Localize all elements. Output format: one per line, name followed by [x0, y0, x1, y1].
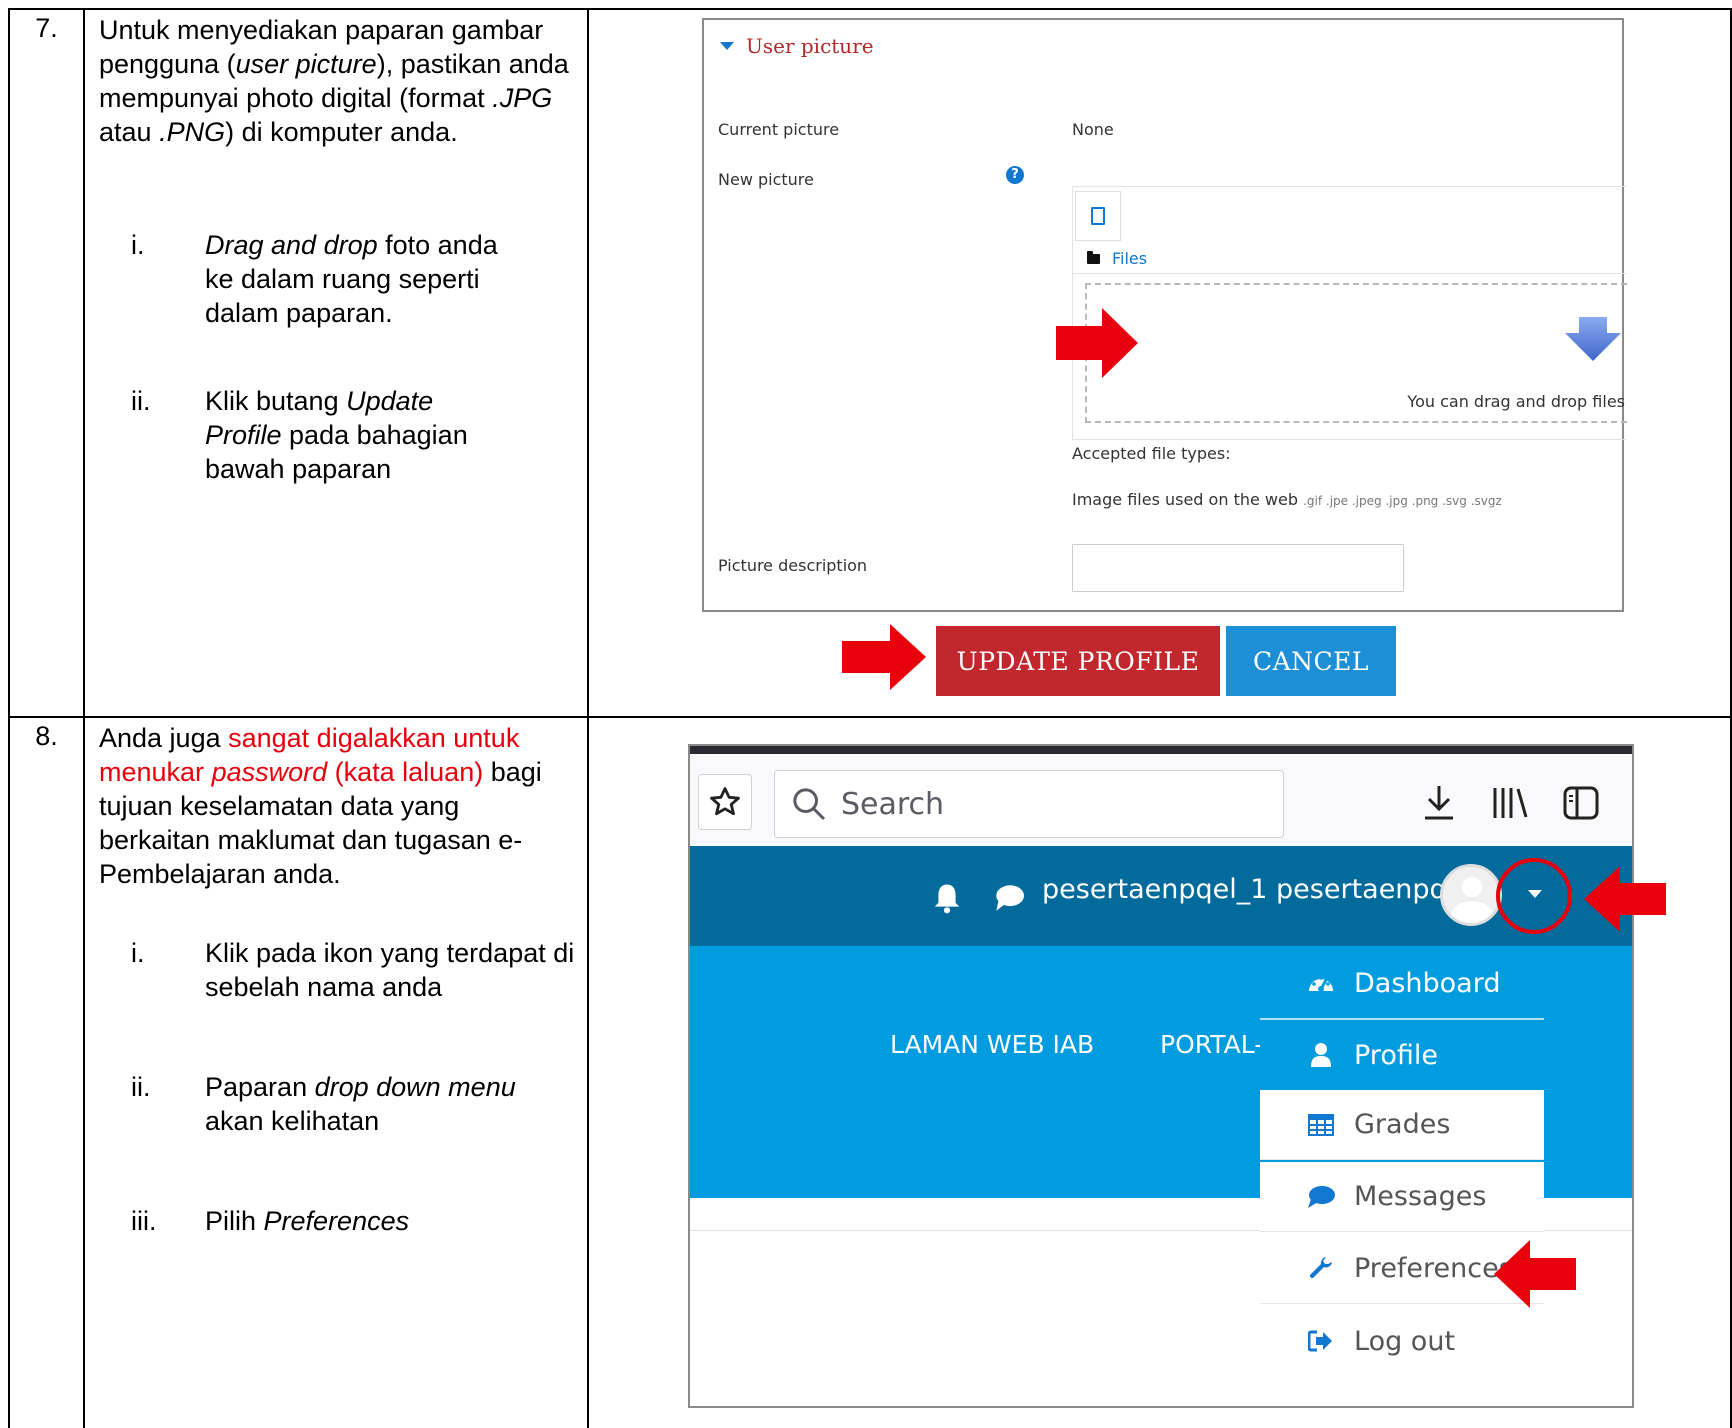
cancel-button[interactable]: CANCEL: [1226, 626, 1396, 696]
red-arrow-icon: [1584, 866, 1666, 932]
step-intro: Untuk menyediakan paparan gambar penggun…: [99, 15, 569, 147]
user-picture-form-screenshot: User picture Current picture None New pi…: [702, 18, 1627, 612]
star-icon: [710, 787, 740, 816]
red-arrow-icon: [1494, 1240, 1576, 1308]
comment-icon: [1304, 1185, 1338, 1209]
table-icon: [1304, 1113, 1338, 1136]
new-picture-label: New picture: [718, 170, 814, 189]
user-picture-section-toggle[interactable]: User picture: [720, 34, 874, 58]
update-profile-button[interactable]: UPDATE PROFILE: [936, 626, 1220, 696]
search-icon: [793, 788, 826, 821]
current-picture-label: Current picture: [718, 120, 840, 139]
divider: [1073, 273, 1626, 274]
drop-hint: You can drag and drop files: [1407, 392, 1625, 411]
menu-item-profile[interactable]: Profile: [1260, 1020, 1544, 1090]
menu-label: Messages: [1354, 1181, 1487, 1212]
menu-label: Preferences: [1354, 1253, 1513, 1284]
menu-label: Log out: [1354, 1325, 1456, 1357]
folder-icon: [1087, 250, 1100, 264]
menu-label: Grades: [1354, 1109, 1451, 1140]
caret-down-icon: [720, 42, 734, 50]
moodle-header-screenshot: Search pesertaenpqel_1 pesertaenpqel_1 L…: [688, 744, 1634, 1408]
wrench-icon: [1304, 1256, 1338, 1282]
menu-label: Profile: [1354, 1039, 1438, 1071]
current-picture-value: None: [1072, 120, 1114, 139]
section-title: User picture: [746, 34, 874, 58]
step-text: Anda juga sangat digalakkan untuk menuka…: [83, 716, 589, 1428]
step-text: Untuk menyediakan paparan gambar penggun…: [83, 8, 589, 718]
search-input[interactable]: Search: [774, 770, 1284, 838]
dashboard-icon: [1304, 971, 1338, 995]
substep: iii. Pilih Preferences: [131, 1206, 410, 1236]
file-icon: [1091, 207, 1105, 225]
library-icon[interactable]: [1490, 784, 1530, 822]
user-name[interactable]: pesertaenpqel_1 pesertaenpqel_1: [1042, 874, 1502, 905]
download-icon[interactable]: [1422, 784, 1456, 822]
menu-item-grades[interactable]: Grades: [1260, 1090, 1544, 1160]
chat-icon[interactable]: [994, 884, 1024, 912]
menu-item-log-out[interactable]: Log out: [1260, 1306, 1544, 1376]
substep: ii. Klik butang Update Profile pada baha…: [131, 386, 468, 484]
bell-icon[interactable]: [932, 882, 962, 914]
file-picker: Files You can drag and drop files: [1072, 186, 1627, 440]
sidebar-icon[interactable]: [1562, 784, 1600, 822]
substep: ii. Paparan drop down menu akan kelihata…: [131, 1072, 516, 1136]
red-arrow-icon: [1056, 308, 1138, 378]
nav-link-laman-web-iab[interactable]: LAMAN WEB IAB: [890, 1030, 1094, 1059]
highlight-circle: [1496, 858, 1572, 934]
user-icon: [1304, 1042, 1338, 1068]
picture-description-input[interactable]: [1072, 544, 1404, 592]
nav-link-portal[interactable]: PORTAL-: [1160, 1030, 1263, 1059]
user-dropdown-menu: Dashboard Profile Grades Messages Prefer…: [1260, 948, 1544, 1392]
picture-description-label: Picture description: [718, 556, 868, 575]
browser-tabbar: [690, 746, 1632, 754]
step-number: 8.: [8, 716, 85, 1428]
substep: i. Drag and drop foto anda ke dalam ruan…: [131, 230, 498, 328]
add-file-button[interactable]: [1075, 191, 1121, 241]
red-arrow-icon: [842, 624, 926, 690]
bookmark-star-button[interactable]: [698, 774, 752, 830]
accepted-types-label: Accepted file types:: [1072, 444, 1231, 463]
search-placeholder: Search: [841, 786, 945, 822]
drop-zone[interactable]: You can drag and drop files: [1085, 283, 1627, 423]
accepted-types: Image files used on the web .gif .jpe .j…: [1072, 490, 1502, 509]
substep: i. Klik pada ikon yang terdapat di sebel…: [131, 938, 575, 1002]
files-label: Files: [1112, 249, 1148, 268]
step-intro: Anda juga sangat digalakkan untuk menuka…: [99, 723, 542, 889]
browser-toolbar: Search: [690, 754, 1632, 846]
sign-out-icon: [1304, 1330, 1338, 1352]
menu-item-dashboard[interactable]: Dashboard: [1260, 948, 1544, 1018]
files-path[interactable]: Files: [1087, 249, 1147, 268]
menu-item-messages[interactable]: Messages: [1260, 1162, 1544, 1232]
download-arrow-icon: [1565, 317, 1621, 361]
help-icon[interactable]: ?: [1006, 166, 1024, 184]
moodle-navbar: pesertaenpqel_1 pesertaenpqel_1: [690, 846, 1632, 946]
menu-label: Dashboard: [1354, 967, 1501, 999]
step-number: 7.: [8, 8, 85, 718]
avatar[interactable]: [1440, 864, 1502, 926]
